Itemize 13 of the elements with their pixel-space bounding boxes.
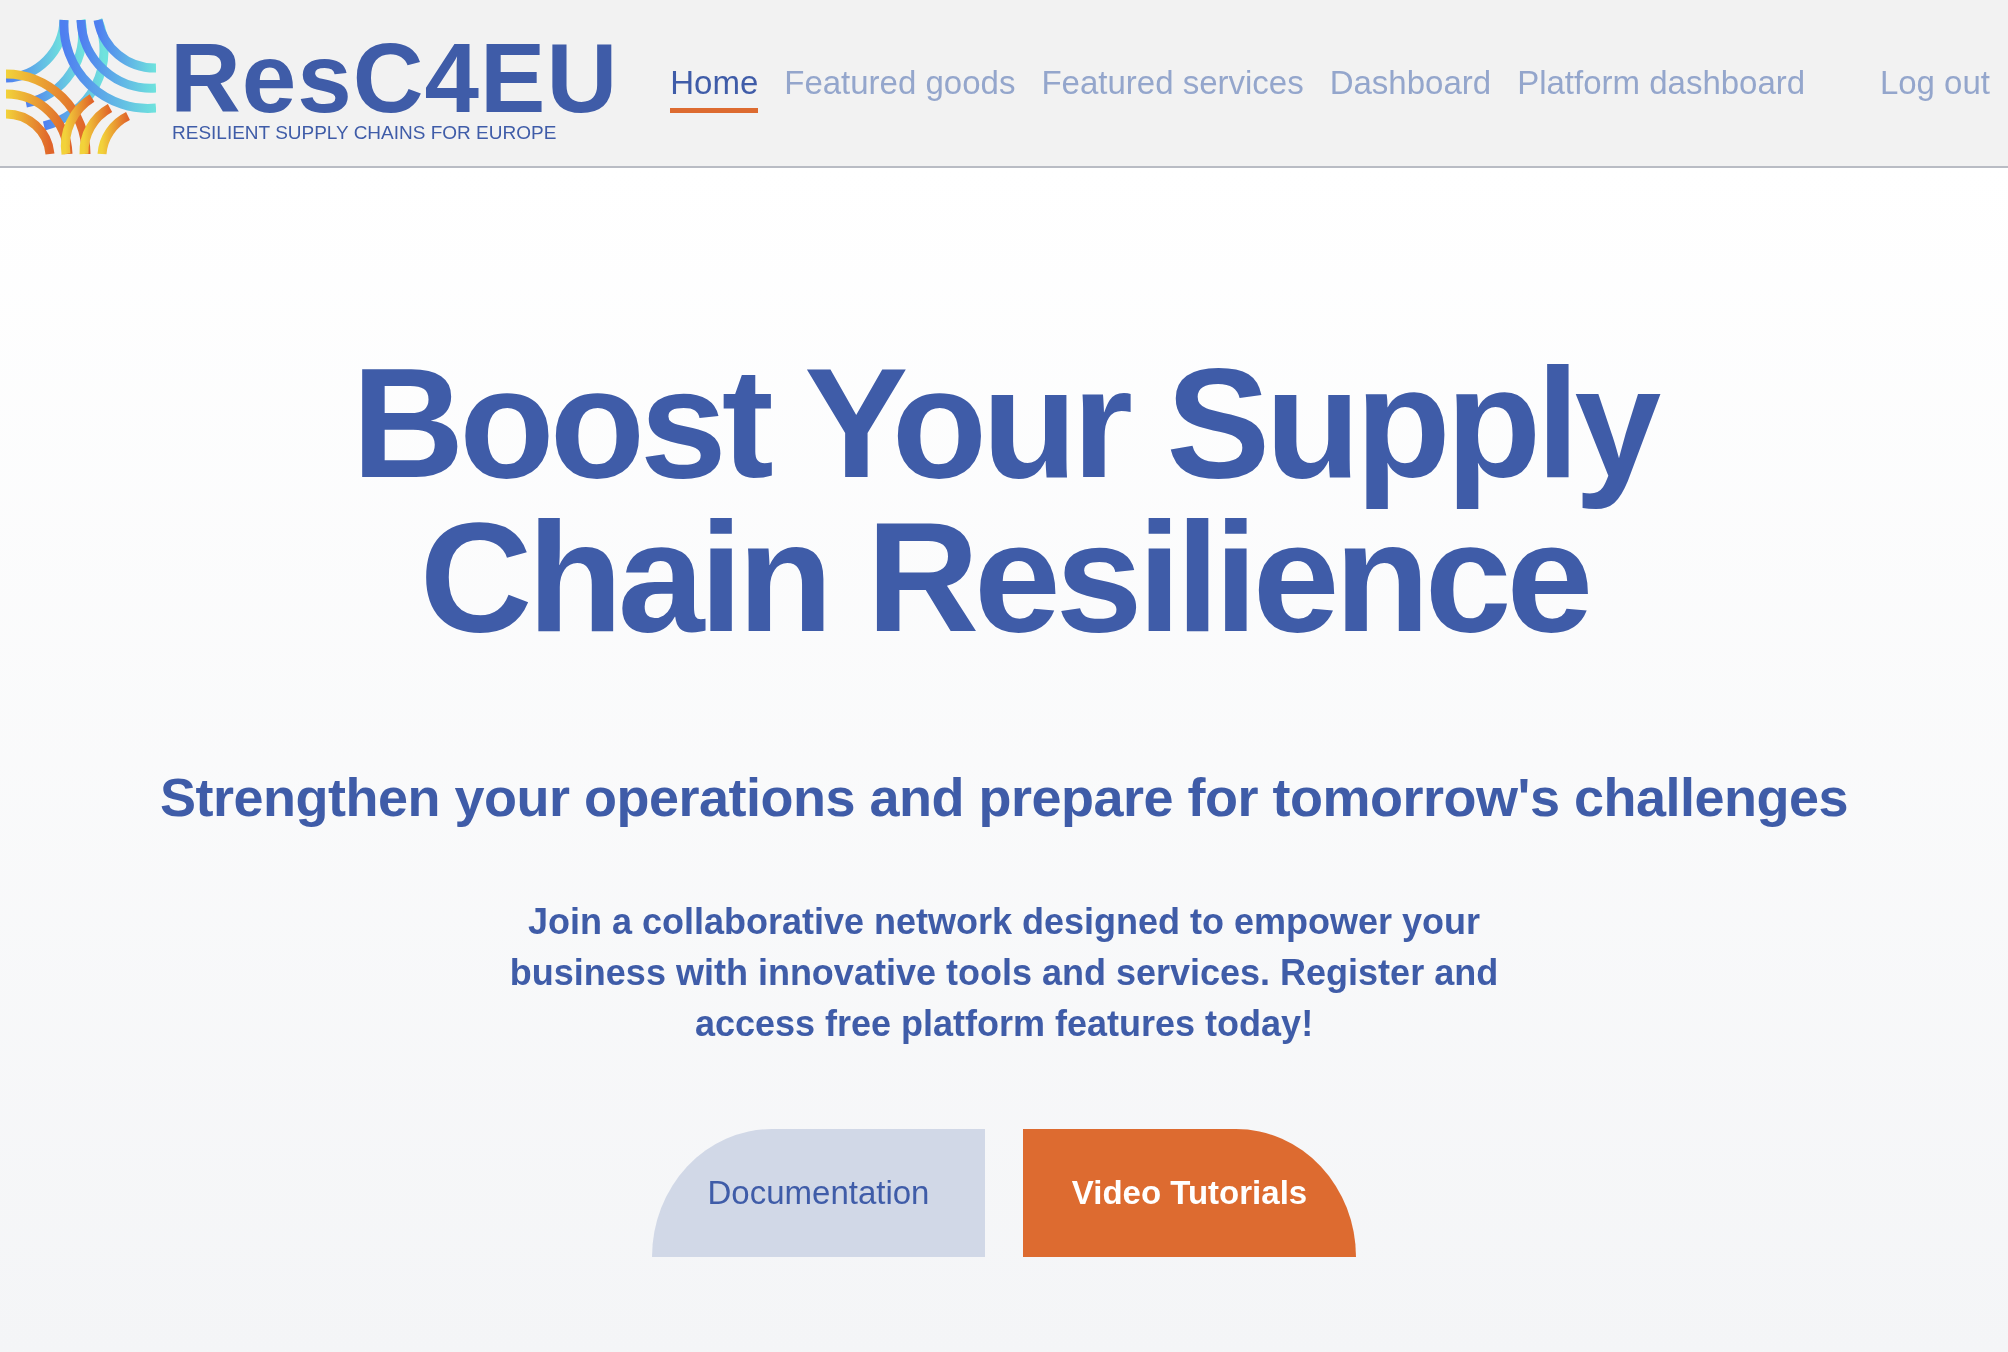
nav-link[interactable]: Featured services — [1041, 63, 1304, 113]
hero-text: Join a collaborative network designed to empower your business with innovative tools and services. Register and access free platform features today! — [508, 900, 1500, 1046]
nav-link[interactable]: Home — [670, 63, 759, 113]
hero-heading: Boost Your Supply Chain Resilience — [350, 346, 1659, 654]
logout-link[interactable]: Log out — [1879, 63, 1990, 113]
nav-link[interactable]: Platform dashboard — [1517, 63, 1806, 113]
nav-link[interactable]: Dashboard — [1329, 63, 1492, 113]
brand-name: ResC4EU — [170, 35, 619, 121]
brand-tagline: RESILIENT SUPPLY CHAINS FOR EUROPE — [172, 121, 558, 145]
nav-link[interactable]: Featured goods — [784, 63, 1016, 113]
documentation-button[interactable]: Documentation — [652, 1129, 985, 1257]
hero-subheading: Strengthen your operations and prepare for tomorrow's challenges — [159, 766, 1849, 828]
video-tutorials-button[interactable]: Video Tutorials — [1023, 1129, 1356, 1257]
